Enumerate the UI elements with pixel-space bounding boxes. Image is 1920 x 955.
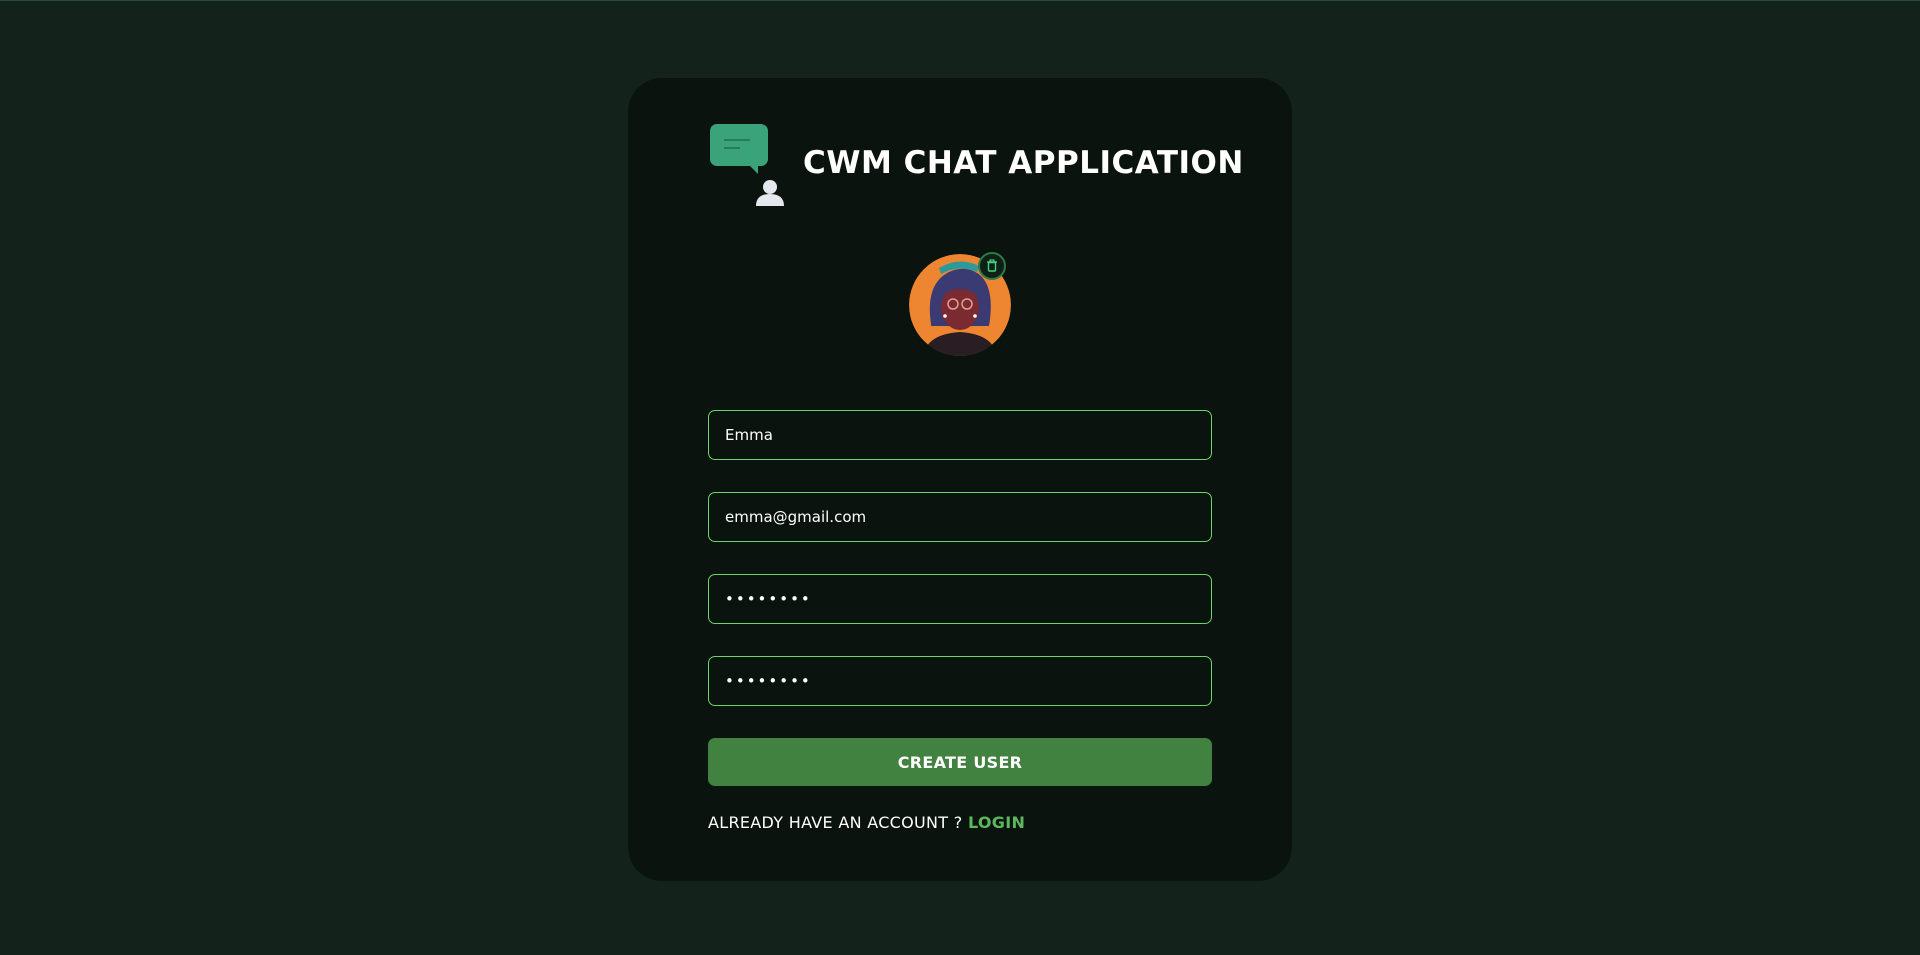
avatar-container bbox=[909, 252, 1011, 356]
login-prompt-text: ALREADY HAVE AN ACCOUNT ? bbox=[708, 813, 968, 832]
delete-avatar-button[interactable] bbox=[978, 252, 1006, 280]
brand-header: CWM CHAT APPLICATION bbox=[710, 124, 1243, 206]
login-link[interactable]: LOGIN bbox=[968, 813, 1025, 832]
login-prompt: ALREADY HAVE AN ACCOUNT ? LOGIN bbox=[708, 813, 1025, 832]
app-title: CWM CHAT APPLICATION bbox=[803, 145, 1244, 181]
name-field[interactable] bbox=[708, 410, 1212, 460]
password-field[interactable] bbox=[708, 574, 1212, 624]
chat-bubble-user-icon bbox=[710, 124, 792, 208]
trash-icon bbox=[986, 257, 998, 276]
email-field[interactable] bbox=[708, 492, 1212, 542]
signup-card: CWM CHAT APPLICATION Emma emma@gmail.com… bbox=[628, 78, 1292, 881]
page: CWM CHAT APPLICATION Emma emma@gmail.com… bbox=[0, 0, 1920, 955]
confirm-password-field[interactable] bbox=[708, 656, 1212, 706]
create-user-button[interactable]: CREATE USER bbox=[708, 738, 1212, 786]
